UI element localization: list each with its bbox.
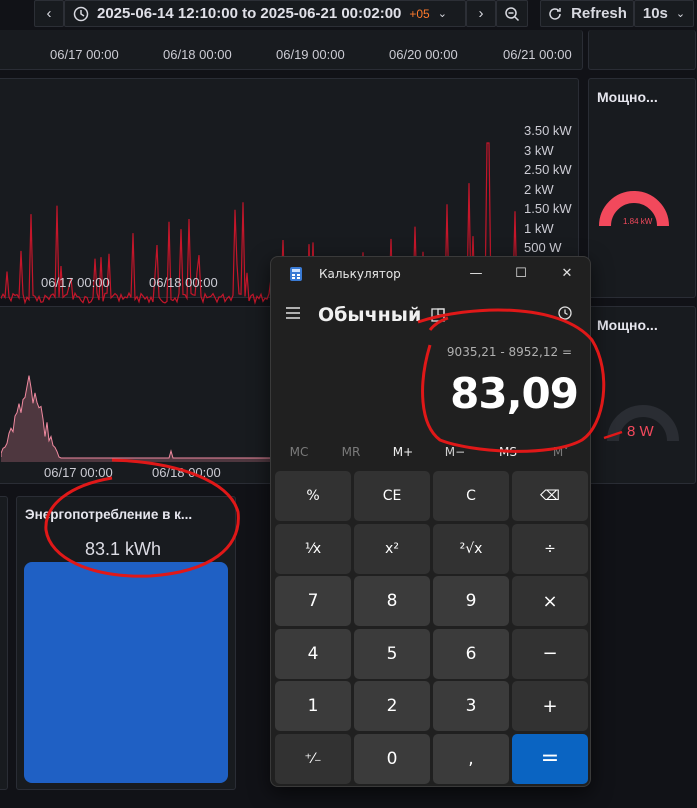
y-tick: 1.50 kW	[524, 201, 572, 216]
second-chart-plot	[1, 375, 271, 462]
x-tick: 06/18 00:00	[152, 465, 221, 480]
calculator-result: 83,09	[450, 369, 579, 418]
digit-3-button[interactable]: 3	[433, 681, 509, 731]
subtract-button[interactable]: −	[512, 628, 588, 679]
top-right-panel	[588, 30, 696, 70]
chevron-right-icon: ›	[478, 5, 484, 22]
energy-value: 83.1 kWh	[85, 539, 162, 559]
memory-button[interactable]: M+	[383, 445, 423, 459]
gauge-2-value: 8 W	[627, 423, 654, 440]
refresh-button[interactable]: Refresh	[540, 0, 634, 27]
time-forward-button[interactable]: ›	[466, 0, 496, 27]
digit-5-button[interactable]: 5	[354, 628, 430, 679]
memory-button[interactable]: MR	[331, 445, 371, 459]
energy-bar-fill	[24, 562, 228, 783]
digit-6-button[interactable]: 6	[433, 628, 509, 679]
x-tick: 06/18 00:00	[149, 275, 218, 290]
time-range-text: 2025-06-14 12:10:00 to 2025-06-21 00:02:…	[97, 5, 402, 22]
reciprocal-button[interactable]: ¹⁄x	[275, 523, 351, 574]
axis-tick: 06/19 00:00	[276, 47, 345, 62]
y-tick: 1 kW	[524, 221, 554, 236]
backspace-button[interactable]: ⌫	[512, 471, 588, 521]
history-icon	[558, 306, 572, 320]
energy-panel-title: Энергопотребление в к...	[25, 507, 193, 522]
second-series-area	[1, 375, 271, 462]
digit-0-button[interactable]: 0	[354, 733, 430, 784]
time-range-picker[interactable]: 2025-06-14 12:10:00 to 2025-06-21 00:02:…	[64, 0, 466, 27]
digit-1-button[interactable]: 1	[275, 681, 351, 731]
zoom-out-button[interactable]	[496, 0, 528, 27]
bottom-left-panel	[0, 496, 8, 790]
y-tick: 2 kW	[524, 182, 554, 197]
history-button[interactable]	[557, 305, 575, 323]
minimize-icon: —	[469, 266, 483, 281]
timezone-offset: +05	[409, 6, 430, 21]
gauge-1-value: 1.84 kW	[623, 217, 653, 226]
percent-button[interactable]: %	[275, 471, 351, 521]
negate-button[interactable]: ⁺⁄₋	[275, 733, 351, 784]
x-tick: 06/17 00:00	[41, 275, 110, 290]
calculator-expression: 9035,21 - 8952,12 =	[446, 345, 572, 359]
square-button[interactable]: x²	[354, 523, 430, 574]
gauge-panel-1: Мощно... 1.84 kW	[588, 78, 696, 298]
add-button[interactable]: +	[512, 681, 588, 731]
navigation-menu-button[interactable]	[285, 305, 305, 321]
axis-tick: 06/21 00:00	[503, 47, 572, 62]
maximize-button[interactable]: ☐	[509, 263, 533, 285]
digit-7-button[interactable]: 7	[275, 576, 351, 626]
refresh-interval-value: 10s	[642, 5, 668, 22]
memory-button[interactable]: MS	[488, 445, 528, 459]
digit-9-button[interactable]: 9	[433, 576, 509, 626]
axis-tick: 06/18 00:00	[163, 47, 232, 62]
zoom-out-icon	[505, 6, 520, 21]
square-root-button[interactable]: ²√x	[433, 523, 509, 574]
refresh-icon	[549, 7, 561, 20]
memory-button[interactable]: M−	[435, 445, 475, 459]
calculator-window-title: Калькулятор	[319, 267, 401, 281]
minimize-button[interactable]: —	[464, 263, 488, 285]
calculator-app-icon	[290, 267, 302, 281]
chevron-left-icon: ‹	[46, 5, 52, 22]
dashboard-toolbar: ‹ 2025-06-14 12:10:00 to 2025-06-21 00:0…	[0, 0, 697, 28]
axis-tick: 06/20 00:00	[389, 47, 458, 62]
close-button[interactable]: ✕	[555, 263, 579, 285]
time-back-button[interactable]: ‹	[34, 0, 64, 27]
gauge-2-dial	[607, 405, 679, 442]
chevron-down-icon: ⌄	[675, 8, 686, 20]
gauge-panel-2: Мощно... 8 W	[588, 306, 696, 484]
hamburger-icon	[286, 307, 300, 319]
refresh-interval-picker[interactable]: 10s ⌄	[634, 0, 694, 27]
decimal-button[interactable]: ,	[433, 733, 509, 784]
digit-4-button[interactable]: 4	[275, 628, 351, 679]
chevron-down-icon: ⌄	[437, 8, 447, 20]
top-chart-panel: 06/17 00:00 06/18 00:00 06/19 00:00 06/2…	[0, 30, 583, 70]
memory-button[interactable]: MC	[279, 445, 319, 459]
calculator-window: Калькулятор — ☐ ✕ Обычный 9035,21 - 8952…	[270, 256, 591, 787]
calculator-mode-title: Обычный	[318, 304, 422, 326]
digit-2-button[interactable]: 2	[354, 681, 430, 731]
clear-entry-button[interactable]: CE	[354, 471, 430, 521]
gauge-1-title: Мощно...	[597, 89, 658, 105]
y-tick: 500 W	[524, 240, 562, 255]
y-tick: 3.50 kW	[524, 123, 572, 138]
refresh-label: Refresh	[571, 5, 627, 22]
clear-button[interactable]: C	[433, 471, 509, 521]
divide-button[interactable]: ÷	[512, 523, 588, 574]
equals-button[interactable]: =	[512, 733, 588, 784]
digit-8-button[interactable]: 8	[354, 576, 430, 626]
y-tick: 2.50 kW	[524, 162, 572, 177]
clock-icon	[73, 6, 89, 21]
y-tick: 3 kW	[524, 143, 554, 158]
maximize-icon: ☐	[515, 266, 527, 281]
memory-button[interactable]: M˅	[541, 445, 581, 459]
gauge-2-title: Мощно...	[597, 317, 658, 333]
axis-tick: 06/17 00:00	[50, 47, 119, 62]
keep-on-top-icon	[431, 308, 445, 322]
energy-panel: Энергопотребление в к... 83.1 kWh	[16, 496, 236, 790]
keep-on-top-button[interactable]	[431, 307, 447, 323]
multiply-button[interactable]: ×	[512, 576, 588, 626]
x-tick: 06/17 00:00	[44, 465, 113, 480]
close-icon: ✕	[561, 266, 573, 281]
